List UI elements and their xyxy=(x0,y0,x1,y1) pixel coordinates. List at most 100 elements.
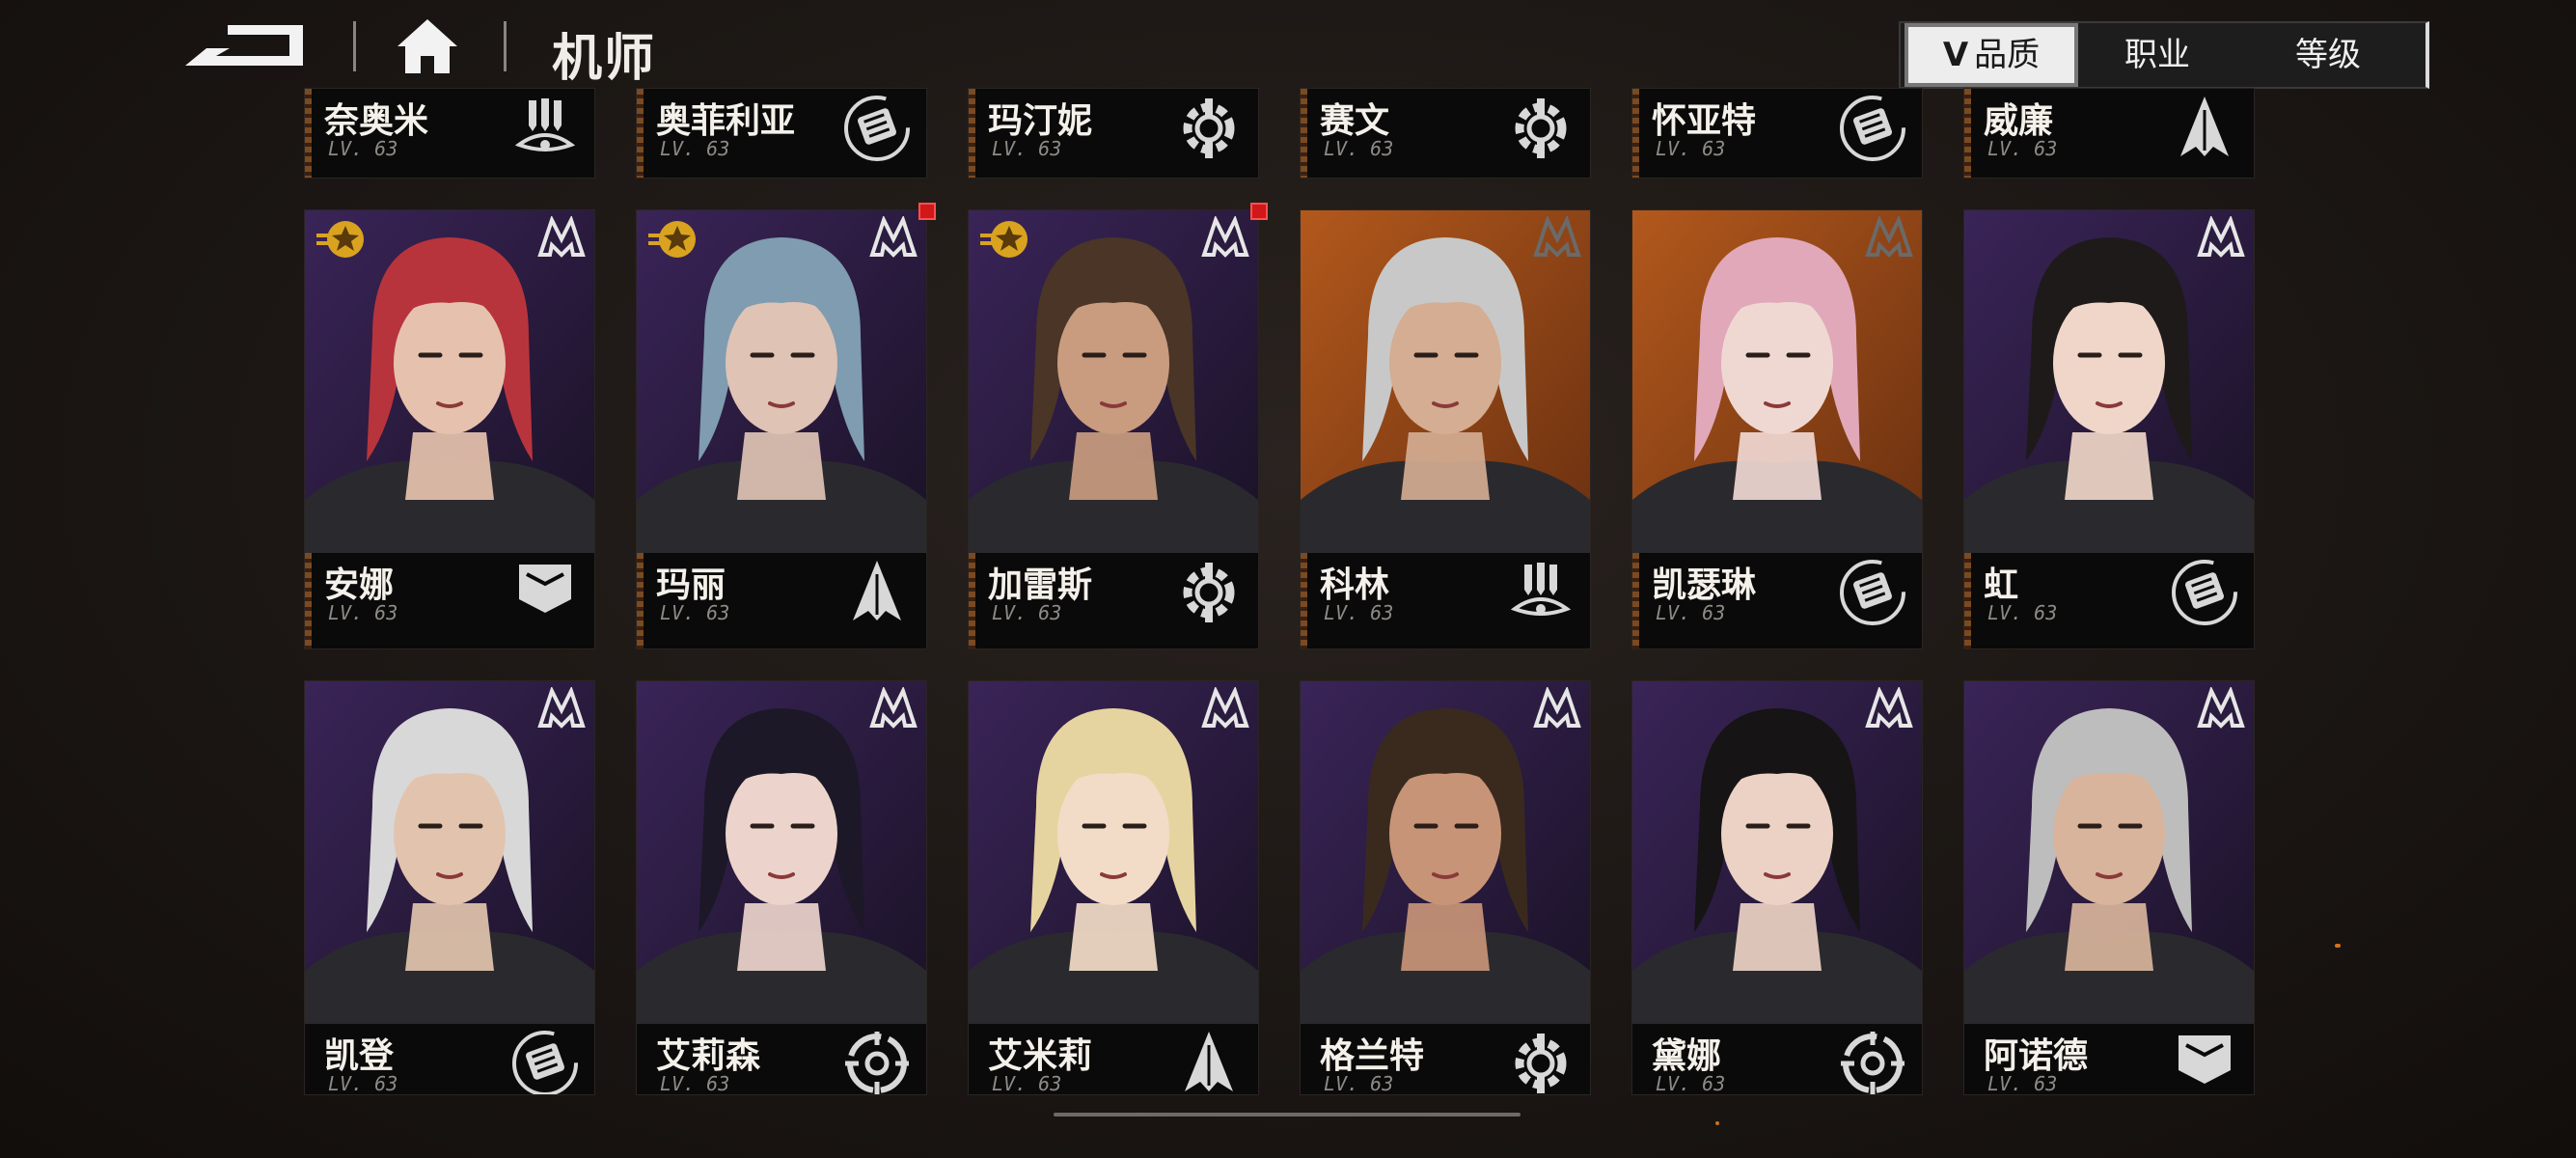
back-button[interactable] xyxy=(181,17,316,77)
rank-star-icon xyxy=(978,216,1034,261)
rust-edge-decoration xyxy=(305,553,312,648)
pilot-card[interactable]: 赛文 LV. 63 xyxy=(1301,89,1590,178)
faction-icon xyxy=(536,214,587,259)
page-title: 机师 xyxy=(552,30,657,88)
header-divider xyxy=(353,21,356,71)
pilot-card[interactable]: 科林 LV. 63 xyxy=(1301,210,1590,648)
sort-tab-quality[interactable]: V 品质 xyxy=(1905,23,2078,87)
pilot-name: 玛丽 xyxy=(656,565,726,605)
pilot-name: 玛汀妮 xyxy=(988,101,1093,141)
pilot-name: 艾莉森 xyxy=(656,1036,761,1076)
pilot-card[interactable]: 加雷斯 LV. 63 xyxy=(969,210,1258,648)
pilot-label: 艾莉森 LV. 63 xyxy=(637,1024,926,1094)
rust-edge-decoration xyxy=(1964,89,1971,178)
pilot-name: 科林 xyxy=(1320,565,1390,605)
rust-edge-decoration xyxy=(1632,89,1639,178)
wrench-gear-icon xyxy=(1505,1028,1576,1094)
pilot-label: 虹 LV. 63 xyxy=(1964,553,2254,648)
pilot-card[interactable]: 艾莉森 LV. 63 xyxy=(637,681,926,1094)
fist-icon xyxy=(1837,93,1908,164)
pilot-level: LV. 63 xyxy=(1324,137,1394,160)
fist-icon xyxy=(1837,557,1908,628)
pilot-portrait xyxy=(969,210,1258,553)
pilot-card[interactable]: 玛汀妮 LV. 63 xyxy=(969,89,1258,178)
pilot-level: LV. 63 xyxy=(992,1072,1062,1094)
shield-chevron-icon xyxy=(509,557,581,628)
pilot-portrait xyxy=(305,681,594,1024)
pilot-name: 奈奥米 xyxy=(324,101,429,141)
pilot-label: 玛汀妮 LV. 63 xyxy=(969,89,1258,178)
faction-icon xyxy=(1532,685,1582,730)
pilot-label: 奈奥米 LV. 63 xyxy=(305,89,594,178)
pilot-card[interactable]: 黛娜 LV. 63 xyxy=(1632,681,1922,1094)
chevron-down-icon: V xyxy=(1942,36,1969,74)
pilot-level: LV. 63 xyxy=(1987,137,2058,160)
pilot-label: 格兰特 LV. 63 xyxy=(1301,1024,1590,1094)
pilot-level: LV. 63 xyxy=(992,601,1062,624)
pilot-name: 安娜 xyxy=(324,565,395,605)
pilot-level: LV. 63 xyxy=(1987,1072,2058,1094)
pilot-label: 凯登 LV. 63 xyxy=(305,1024,594,1094)
pilot-label: 科林 LV. 63 xyxy=(1301,553,1590,648)
pilot-portrait xyxy=(637,210,926,553)
pilot-name: 威廉 xyxy=(1984,101,2054,141)
spike-icon xyxy=(2169,93,2240,164)
pilot-name: 赛文 xyxy=(1320,101,1390,141)
pilot-level: LV. 63 xyxy=(660,1072,730,1094)
pilot-card[interactable]: 格兰特 LV. 63 xyxy=(1301,681,1590,1094)
wrench-gear-icon xyxy=(1173,557,1245,628)
pilot-label: 艾米莉 LV. 63 xyxy=(969,1024,1258,1094)
pilot-card[interactable]: 威廉 LV. 63 xyxy=(1964,89,2254,178)
pilot-level: LV. 63 xyxy=(660,137,730,160)
pilot-card[interactable]: 凯登 LV. 63 xyxy=(305,681,594,1094)
triple-missile-icon xyxy=(1505,557,1576,628)
faction-icon xyxy=(1864,214,1914,259)
fist-icon xyxy=(841,93,913,164)
pilot-label: 赛文 LV. 63 xyxy=(1301,89,1590,178)
rust-edge-decoration xyxy=(1301,89,1307,178)
faction-icon xyxy=(1864,685,1914,730)
pilot-label: 凯瑟琳 LV. 63 xyxy=(1632,553,1922,648)
pilot-card[interactable]: 艾米莉 LV. 63 xyxy=(969,681,1258,1094)
pilot-label: 阿诺德 LV. 63 xyxy=(1964,1024,2254,1094)
pilot-card[interactable]: 怀亚特 LV. 63 xyxy=(1632,89,1922,178)
pilot-card[interactable]: 玛丽 LV. 63 xyxy=(637,210,926,648)
pilot-portrait xyxy=(1632,210,1922,553)
pilot-portrait xyxy=(637,681,926,1024)
rust-edge-decoration xyxy=(637,89,644,178)
pilot-portrait xyxy=(305,210,594,553)
pilot-portrait xyxy=(1301,210,1590,553)
home-button[interactable] xyxy=(394,15,461,77)
sort-tab-level[interactable]: 等级 xyxy=(2256,23,2400,87)
pilot-level: LV. 63 xyxy=(1656,1072,1726,1094)
pilot-portrait xyxy=(1301,681,1590,1024)
pilot-card[interactable]: 阿诺德 LV. 63 xyxy=(1964,681,2254,1094)
faction-icon xyxy=(868,214,918,259)
rust-edge-decoration xyxy=(1301,553,1307,648)
rust-edge-decoration xyxy=(305,89,312,178)
pilot-portrait xyxy=(1632,681,1922,1024)
faction-icon xyxy=(1200,685,1250,730)
rust-edge-decoration xyxy=(637,553,644,648)
sort-tab-class[interactable]: 职业 xyxy=(2090,23,2225,87)
pilot-level: LV. 63 xyxy=(328,1072,398,1094)
shield-chevron-icon xyxy=(2169,1028,2240,1094)
pilot-name: 凯瑟琳 xyxy=(1652,565,1757,605)
pilot-level: LV. 63 xyxy=(1324,1072,1394,1094)
faction-icon xyxy=(868,685,918,730)
sort-bar: V 品质 职业 等级 xyxy=(1899,21,2429,89)
faction-icon xyxy=(1532,214,1582,259)
pilot-card[interactable]: 奈奥米 LV. 63 xyxy=(305,89,594,178)
faction-icon xyxy=(2196,685,2246,730)
pilot-card[interactable]: 奥菲利亚 LV. 63 xyxy=(637,89,926,178)
pilot-portrait xyxy=(1964,681,2254,1024)
pilot-card[interactable]: 凯瑟琳 LV. 63 xyxy=(1632,210,1922,648)
pilot-level: LV. 63 xyxy=(1324,601,1394,624)
pilot-label: 玛丽 LV. 63 xyxy=(637,553,926,648)
pilot-card[interactable]: 安娜 LV. 63 xyxy=(305,210,594,648)
crosshair-icon xyxy=(1837,1028,1908,1094)
crosshair-icon xyxy=(841,1028,913,1094)
pilot-card[interactable]: 虹 LV. 63 xyxy=(1964,210,2254,648)
scroll-indicator[interactable] xyxy=(1054,1113,1521,1117)
pilot-name: 黛娜 xyxy=(1652,1036,1722,1076)
